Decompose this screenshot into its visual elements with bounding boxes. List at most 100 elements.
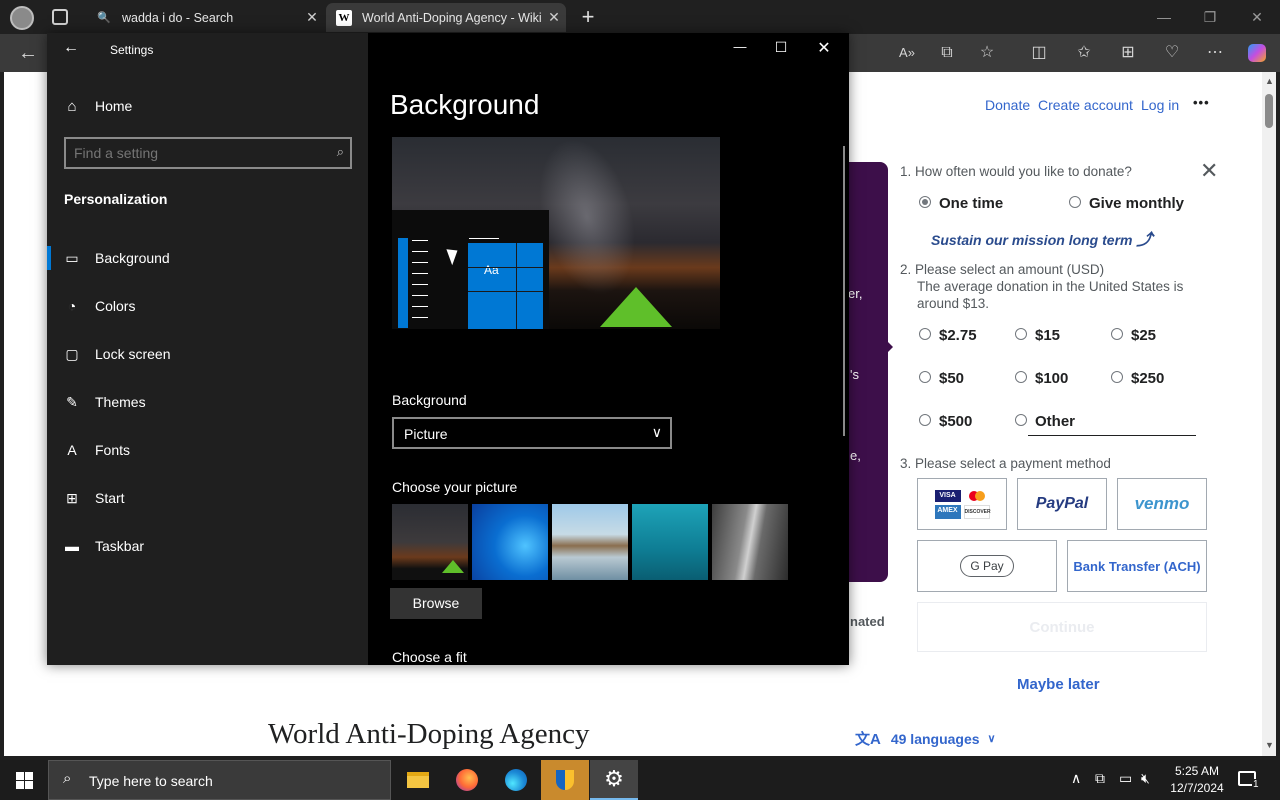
- security-shield-icon[interactable]: [541, 760, 589, 800]
- search-icon[interactable]: ⌕: [337, 144, 344, 160]
- amount-radio[interactable]: [1015, 371, 1027, 383]
- chevron-up-icon[interactable]: ∧: [1071, 770, 1081, 787]
- settings-window: ← Settings ⌂ Home ⌕ Personalization ▭ Ba…: [47, 33, 849, 665]
- minimize-icon[interactable]: —: [1141, 6, 1187, 28]
- immersive-reader-icon[interactable]: ⧉: [933, 41, 961, 65]
- picture-thumbnail-beach[interactable]: [552, 504, 628, 580]
- background-type-select[interactable]: Picture ∨: [392, 417, 672, 449]
- donate-link[interactable]: Donate: [985, 97, 1030, 113]
- minimize-icon[interactable]: —: [720, 39, 760, 54]
- other-amount-radio[interactable]: [1015, 414, 1027, 426]
- paypal-button[interactable]: PayPal: [1017, 478, 1107, 530]
- volume-muted-icon[interactable]: 🔇︎: [1141, 770, 1150, 787]
- amount-radio[interactable]: [919, 414, 931, 426]
- picture-thumbnail-night-sky[interactable]: [392, 504, 468, 580]
- thumb-tent: [442, 560, 464, 573]
- amount-radio[interactable]: [1015, 328, 1027, 340]
- payment-question: 3. Please select a payment method: [900, 456, 1111, 471]
- find-setting-search[interactable]: ⌕: [64, 137, 352, 169]
- restore-icon[interactable]: ❐: [1187, 6, 1233, 28]
- amount-label: $500: [939, 413, 973, 430]
- nav-lock-screen[interactable]: ▢ Lock screen: [47, 334, 368, 374]
- picture-thumbnail-underwater[interactable]: [632, 504, 708, 580]
- nav-themes[interactable]: ✎ Themes: [47, 382, 368, 422]
- picture-icon: ▭: [65, 249, 79, 266]
- favorite-star-icon[interactable]: ☆: [973, 41, 1001, 65]
- maximize-icon[interactable]: ☐: [761, 39, 801, 56]
- nav-background[interactable]: ▭ Background: [47, 238, 368, 278]
- log-in-link[interactable]: Log in: [1141, 97, 1179, 113]
- give-monthly-radio[interactable]: [1069, 196, 1081, 208]
- back-arrow-icon[interactable]: ←: [63, 39, 79, 57]
- scroll-up-arrow-icon[interactable]: ▲: [1265, 76, 1274, 86]
- tab-wikipedia[interactable]: W World Anti-Doping Agency - Wiki ✕: [326, 3, 566, 32]
- settings-scrollbar[interactable]: [843, 146, 845, 436]
- amount-label: $2.75: [939, 327, 977, 344]
- bank-transfer-button[interactable]: Bank Transfer (ACH): [1067, 540, 1207, 592]
- scroll-down-arrow-icon[interactable]: ▼: [1265, 740, 1274, 750]
- taskbar-search-placeholder: Type here to search: [89, 773, 213, 789]
- copilot-icon[interactable]: [1243, 41, 1271, 65]
- choose-fit-label: Choose a fit: [392, 649, 467, 665]
- start-tiles: Aa: [468, 243, 543, 329]
- amount-radio[interactable]: [919, 328, 931, 340]
- nav-colors[interactable]: ◔ Colors: [47, 286, 368, 326]
- google-pay-button[interactable]: G Pay: [917, 540, 1057, 592]
- languages-button[interactable]: 文A 49 languages ∨: [855, 728, 996, 749]
- picture-thumbnail-rock[interactable]: [712, 504, 788, 580]
- tab-search[interactable]: 🔍 wadda i do - Search ✕: [86, 3, 324, 32]
- taskbar-search-box[interactable]: ⌕ Type here to search: [48, 760, 391, 800]
- settings-gear-icon[interactable]: ⚙: [590, 760, 638, 800]
- edge-icon[interactable]: [492, 760, 540, 800]
- amount-radio[interactable]: [1111, 371, 1123, 383]
- notification-center-icon[interactable]: 1: [1238, 771, 1260, 790]
- find-setting-input[interactable]: [74, 145, 314, 161]
- card-payment-button[interactable]: VISA AMEX DISCOVER: [917, 478, 1007, 530]
- amount-label: $250: [1131, 370, 1165, 387]
- window-title: Settings: [110, 43, 154, 57]
- clock[interactable]: 5:25 AM 12/7/2024: [1168, 763, 1226, 797]
- other-amount-input[interactable]: [1028, 435, 1196, 436]
- profile-avatar[interactable]: [10, 6, 34, 30]
- amount-label: $15: [1035, 327, 1061, 344]
- maybe-later-link[interactable]: Maybe later: [1017, 676, 1100, 693]
- more-menu-icon[interactable]: ⋯: [1201, 41, 1229, 65]
- new-tab-button[interactable]: +: [576, 3, 600, 31]
- page-scrollbar[interactable]: [1262, 72, 1276, 756]
- venmo-button[interactable]: venmo: [1117, 478, 1207, 530]
- one-time-radio[interactable]: [919, 196, 931, 208]
- tab-title: World Anti-Doping Agency - Wiki: [362, 10, 542, 25]
- continue-button[interactable]: Continue: [917, 602, 1207, 652]
- nav-start[interactable]: ⊞ Start: [47, 478, 368, 518]
- nav-taskbar[interactable]: ▬ Taskbar: [47, 526, 368, 566]
- performance-icon[interactable]: ♡: [1158, 41, 1186, 65]
- favorites-icon[interactable]: ✩: [1070, 41, 1098, 65]
- close-tab-icon[interactable]: ✕: [300, 9, 324, 26]
- collections-icon[interactable]: ⊞: [1114, 41, 1142, 65]
- close-window-icon[interactable]: ✕: [804, 38, 844, 58]
- scrollbar-thumb[interactable]: [1265, 94, 1273, 128]
- nav-label: Background: [95, 250, 170, 266]
- picture-thumbnail-windows[interactable]: [472, 504, 548, 580]
- start-button[interactable]: [0, 760, 48, 800]
- firefox-icon[interactable]: [443, 760, 491, 800]
- amount-radio[interactable]: [919, 371, 931, 383]
- nav-label: Start: [95, 490, 125, 506]
- tab-actions-icon[interactable]: [52, 9, 68, 25]
- more-options-icon[interactable]: •••: [1193, 95, 1210, 110]
- read-aloud-icon[interactable]: A»: [893, 41, 921, 65]
- file-explorer-icon[interactable]: [394, 760, 442, 800]
- browse-button[interactable]: Browse: [390, 588, 482, 619]
- amount-radio[interactable]: [1111, 328, 1123, 340]
- close-banner-icon[interactable]: ✕: [1200, 158, 1218, 184]
- meet-now-icon[interactable]: ⧉: [1095, 770, 1105, 787]
- banner-text-fragment: 's: [850, 367, 859, 382]
- home-nav-item[interactable]: ⌂ Home: [47, 86, 368, 126]
- nav-fonts[interactable]: A Fonts: [47, 430, 368, 470]
- close-icon[interactable]: ✕: [1234, 6, 1280, 28]
- create-account-link[interactable]: Create account: [1038, 97, 1133, 113]
- split-screen-icon[interactable]: ◫: [1025, 41, 1053, 65]
- network-icon[interactable]: ▭: [1119, 770, 1132, 787]
- back-icon[interactable]: ←: [14, 41, 42, 65]
- close-tab-icon[interactable]: ✕: [542, 9, 566, 26]
